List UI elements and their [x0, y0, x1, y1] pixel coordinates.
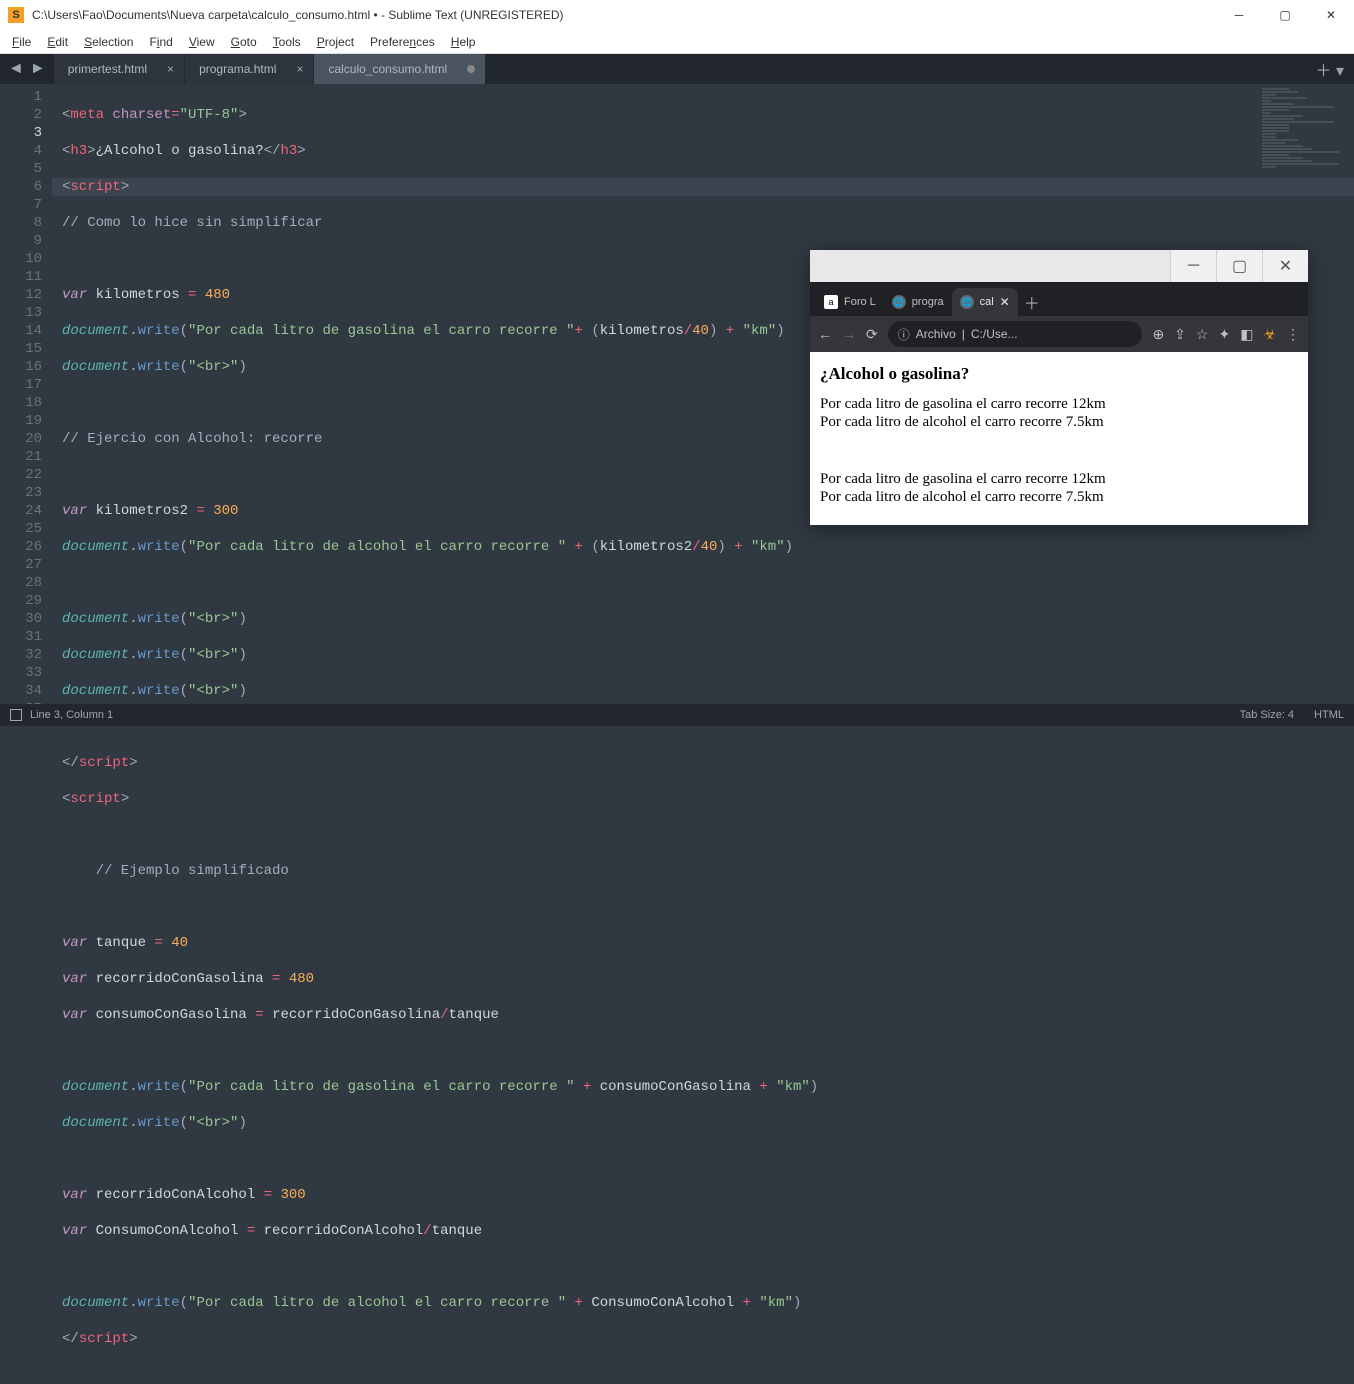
- tab-calculo-consumo[interactable]: calculo_consumo.html: [314, 54, 485, 84]
- back-icon[interactable]: ←: [818, 326, 832, 342]
- statusbar: Line 3, Column 1 Tab Size: 4 HTML: [0, 704, 1354, 726]
- browser-new-tab-button[interactable]: ＋: [1018, 288, 1046, 316]
- gutter: 12345 678910 1112131415 1617181920 21222…: [0, 84, 52, 710]
- browser-close-button[interactable]: ✕: [1262, 250, 1308, 282]
- tab-forward-icon[interactable]: ►: [30, 60, 46, 78]
- menubar: File Edit Selection Find View Goto Tools…: [0, 30, 1354, 54]
- translate-icon[interactable]: ⊕: [1152, 326, 1164, 343]
- tab-label: primertest.html: [68, 62, 147, 76]
- tabbar: ◄ ► primertest.html × programa.html × ca…: [0, 54, 1354, 84]
- bookmark-icon[interactable]: ☆: [1196, 326, 1209, 343]
- tab-programa[interactable]: programa.html ×: [185, 54, 313, 84]
- browser-tab-foro[interactable]: a Foro L: [816, 288, 884, 316]
- panel-icon[interactable]: [10, 709, 22, 721]
- browser-tab-label: progra: [912, 296, 944, 308]
- browser-tab-close-icon[interactable]: ✕: [1000, 295, 1010, 309]
- addr-label: Archivo: [916, 327, 956, 341]
- browser-tab-label: cal: [980, 296, 994, 308]
- tab-close-icon[interactable]: ×: [296, 62, 303, 76]
- menu-project[interactable]: Project: [309, 33, 362, 51]
- extensions-icon[interactable]: ✦: [1218, 326, 1230, 343]
- favicon-icon: a: [824, 295, 838, 309]
- new-tab-button[interactable]: ＋ ▾: [1306, 54, 1354, 84]
- favicon-icon: 🌐: [892, 295, 906, 309]
- window-title: C:\Users\Fao\Documents\Nueva carpeta\cal…: [32, 8, 1216, 22]
- tab-primertest[interactable]: primertest.html ×: [54, 54, 184, 84]
- menu-file[interactable]: File: [4, 33, 39, 51]
- browser-minimize-button[interactable]: ─: [1170, 250, 1216, 282]
- browser-content: ¿Alcohol o gasolina? Por cada litro de g…: [810, 352, 1308, 525]
- favicon-icon: 🌐: [960, 295, 974, 309]
- menu-selection[interactable]: Selection: [76, 33, 141, 51]
- titlebar: S C:\Users\Fao\Documents\Nueva carpeta\c…: [0, 0, 1354, 30]
- output-line: Por cada litro de alcohol el carro recor…: [820, 489, 1298, 506]
- close-button[interactable]: ✕: [1308, 0, 1354, 30]
- tab-label: calculo_consumo.html: [328, 62, 447, 76]
- menu-tools[interactable]: Tools: [265, 33, 309, 51]
- tab-modified-icon[interactable]: [467, 65, 475, 73]
- menu-find[interactable]: Find: [141, 33, 180, 51]
- ext-icon[interactable]: ☣: [1263, 326, 1276, 343]
- menu-goto[interactable]: Goto: [223, 33, 265, 51]
- forward-icon[interactable]: →: [842, 326, 856, 342]
- maximize-button[interactable]: ▢: [1262, 0, 1308, 30]
- profile-icon[interactable]: ◧: [1240, 326, 1253, 343]
- browser-toolbar: ← → ⟳ ⓘ Archivo | C:/Use... ⊕ ⇪ ☆ ✦ ◧ ☣ …: [810, 316, 1308, 352]
- menu-preferences[interactable]: Preferences: [362, 33, 443, 51]
- reload-icon[interactable]: ⟳: [866, 326, 878, 343]
- minimap[interactable]: [1262, 88, 1352, 188]
- browser-tab-progra[interactable]: 🌐 progra: [884, 288, 952, 316]
- app-logo: S: [8, 7, 24, 23]
- tab-size[interactable]: Tab Size: 4: [1240, 709, 1294, 721]
- output-line: Por cada litro de gasolina el carro reco…: [820, 471, 1298, 488]
- syntax-lang[interactable]: HTML: [1314, 709, 1344, 721]
- minimize-button[interactable]: ─: [1216, 0, 1262, 30]
- tab-back-icon[interactable]: ◄: [8, 60, 24, 78]
- browser-tabbar: a Foro L 🌐 progra 🌐 cal ✕ ＋: [810, 282, 1308, 316]
- output-line: Por cada litro de gasolina el carro reco…: [820, 396, 1298, 413]
- cursor-position: Line 3, Column 1: [30, 709, 113, 721]
- output-line: Por cada litro de alcohol el carro recor…: [820, 414, 1298, 431]
- tab-close-icon[interactable]: ×: [167, 62, 174, 76]
- menu-edit[interactable]: Edit: [39, 33, 76, 51]
- share-icon[interactable]: ⇪: [1174, 326, 1186, 343]
- address-bar[interactable]: ⓘ Archivo | C:/Use...: [888, 321, 1143, 347]
- browser-window: ─ ▢ ✕ a Foro L 🌐 progra 🌐 cal ✕ ＋ ← → ⟳ …: [810, 250, 1308, 525]
- menu-view[interactable]: View: [181, 33, 223, 51]
- menu-icon[interactable]: ⋮: [1286, 326, 1300, 343]
- addr-path: C:/Use...: [971, 327, 1018, 341]
- tab-label: programa.html: [199, 62, 276, 76]
- info-icon: ⓘ: [898, 326, 910, 343]
- menu-help[interactable]: Help: [443, 33, 484, 51]
- browser-maximize-button[interactable]: ▢: [1216, 250, 1262, 282]
- page-heading: ¿Alcohol o gasolina?: [820, 364, 1298, 384]
- browser-tab-label: Foro L: [844, 296, 876, 308]
- browser-tab-cal[interactable]: 🌐 cal ✕: [952, 288, 1018, 316]
